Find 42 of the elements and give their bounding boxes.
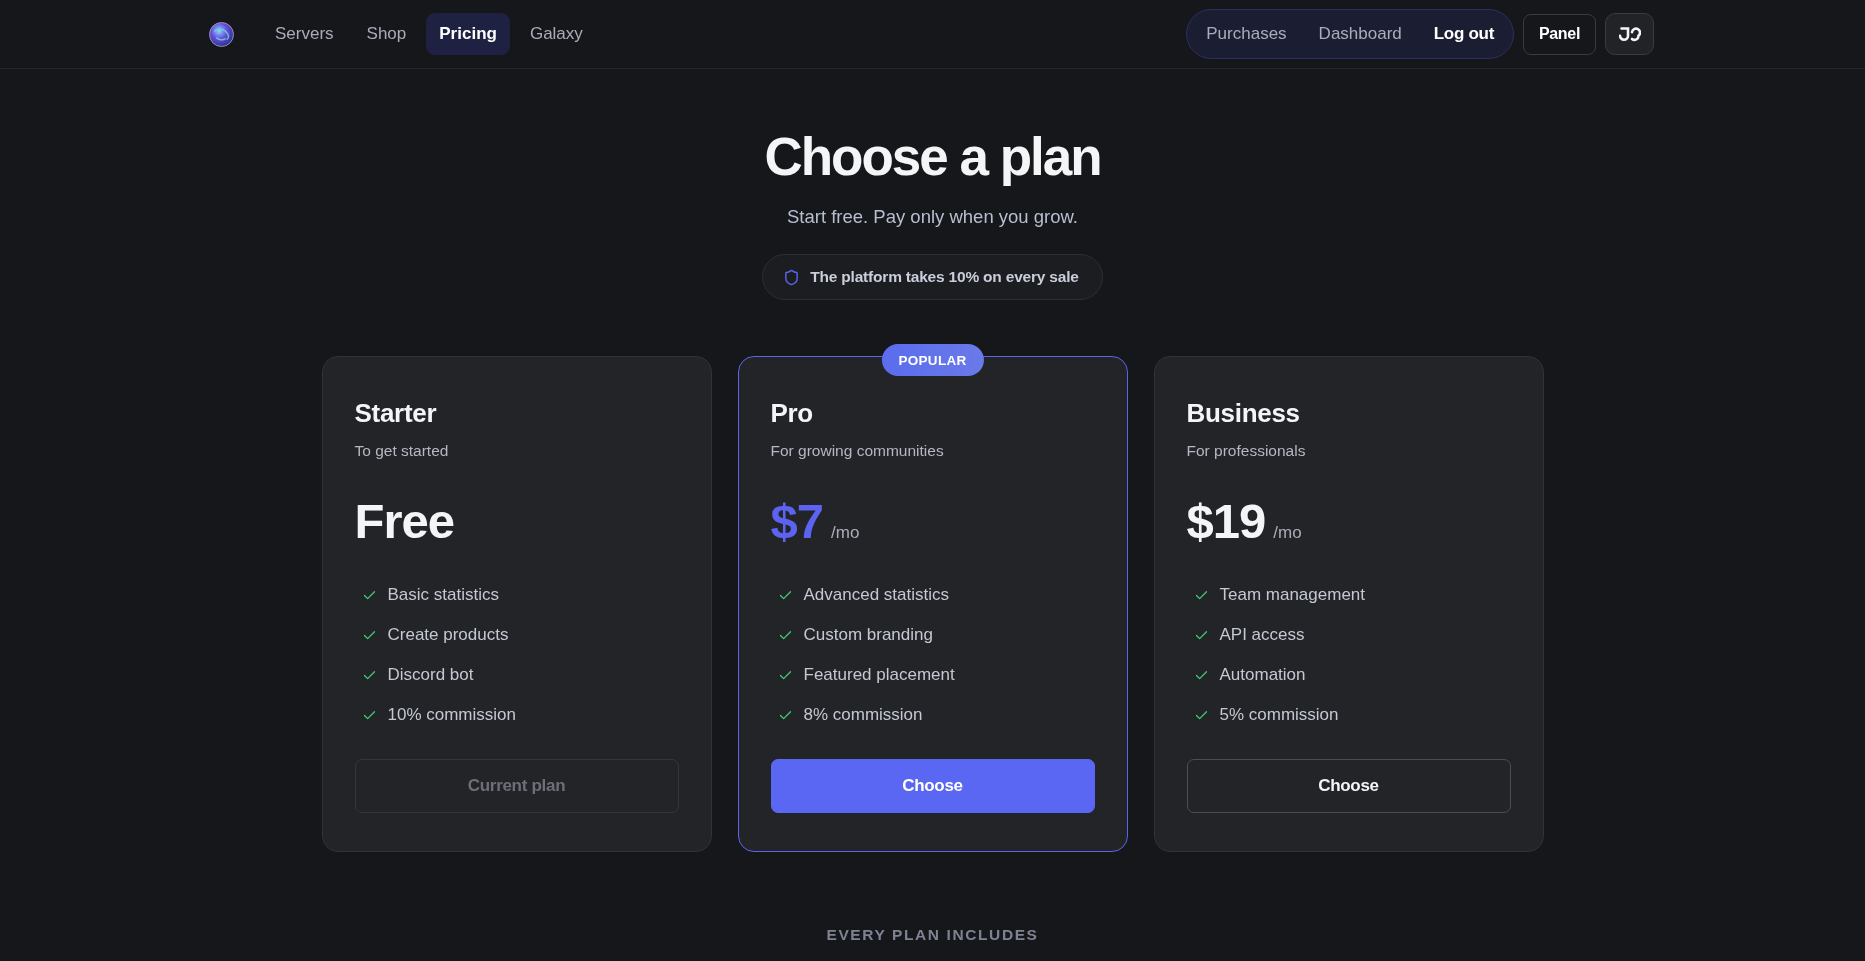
logout-link[interactable]: Log out — [1419, 14, 1508, 54]
choose-button[interactable]: Choose — [1186, 759, 1511, 813]
feature-text: Discord bot — [387, 665, 474, 685]
plan-name: Pro — [770, 397, 814, 429]
section-heading: EVERY PLAN INCLUDES — [826, 926, 1039, 944]
plan-tagline: To get started — [354, 441, 450, 461]
avatar-button[interactable] — [1605, 13, 1654, 55]
plan-price: $19 — [1186, 495, 1266, 547]
account-link[interactable]: Purchases — [1192, 14, 1301, 54]
nav-link[interactable]: Pricing — [426, 13, 510, 55]
feature-text: Advanced statistics — [803, 585, 949, 605]
feature-text: API access — [1219, 625, 1305, 645]
choose-button[interactable]: Choose — [770, 759, 1095, 813]
feature-text: Featured placement — [803, 665, 955, 685]
nav-link[interactable]: Servers — [262, 13, 347, 55]
plan-price: $7 — [770, 495, 823, 547]
feature-text: Create products — [387, 625, 509, 645]
feature-text: Team management — [1219, 585, 1366, 605]
popular-badge: POPULAR — [881, 344, 984, 376]
plan-name: Business — [1186, 397, 1301, 429]
price-period: /mo — [831, 523, 860, 543]
account-link[interactable]: Dashboard — [1304, 14, 1416, 54]
plan-price: Free — [354, 495, 454, 547]
nav-link[interactable]: Galaxy — [516, 13, 596, 55]
price-period: /mo — [1273, 523, 1302, 543]
shield-icon — [783, 268, 801, 286]
feature-text: Basic statistics — [387, 585, 499, 605]
page-title: Choose a plan — [764, 126, 1101, 188]
plan-name: Starter — [354, 397, 438, 429]
feature-text: 5% commission — [1219, 705, 1339, 725]
hooks-glyph-icon — [1618, 26, 1641, 42]
notice-text: The platform takes 10% on every sale — [810, 268, 1079, 286]
feature-text: 8% commission — [803, 705, 923, 725]
planet-logo-icon[interactable] — [209, 21, 234, 47]
plan-tagline: For professionals — [1186, 441, 1307, 461]
page-subtitle: Start free. Pay only when you grow. — [787, 206, 1078, 228]
feature-text: 10% commission — [387, 705, 516, 725]
feature-text: Custom branding — [803, 625, 933, 645]
plan-tagline: For growing communities — [770, 441, 945, 461]
feature-text: Automation — [1219, 665, 1306, 685]
panel-button[interactable]: Panel — [1523, 13, 1596, 55]
nav-link[interactable]: Shop — [353, 13, 420, 55]
